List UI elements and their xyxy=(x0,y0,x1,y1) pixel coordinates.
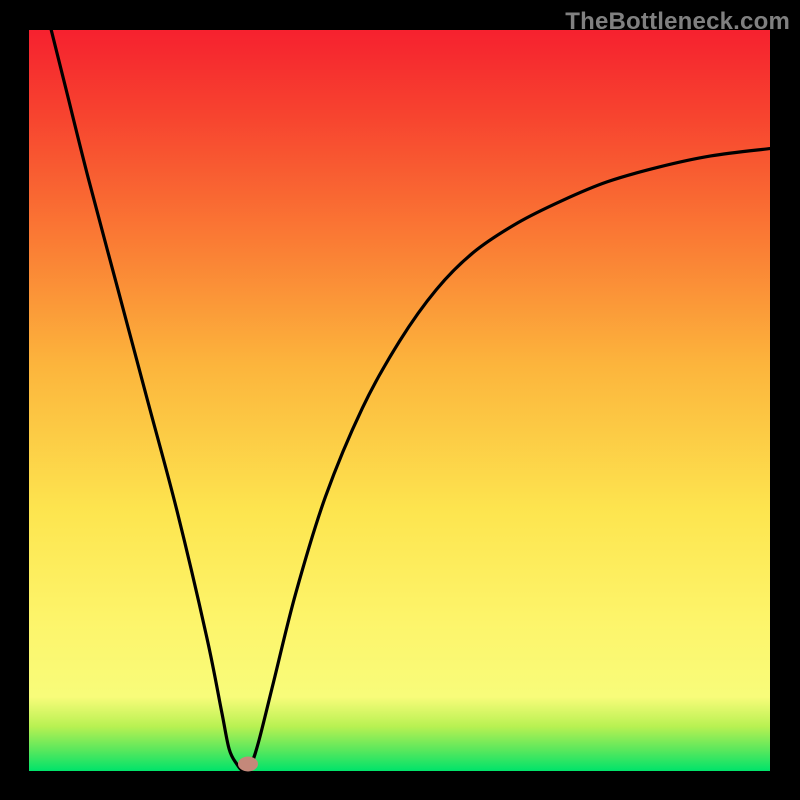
plot-area xyxy=(29,30,770,771)
chart-stage: TheBottleneck.com xyxy=(0,0,800,800)
watermark-text: TheBottleneck.com xyxy=(565,8,790,36)
bottleneck-curve xyxy=(29,30,770,771)
optimal-point-marker xyxy=(238,756,258,771)
